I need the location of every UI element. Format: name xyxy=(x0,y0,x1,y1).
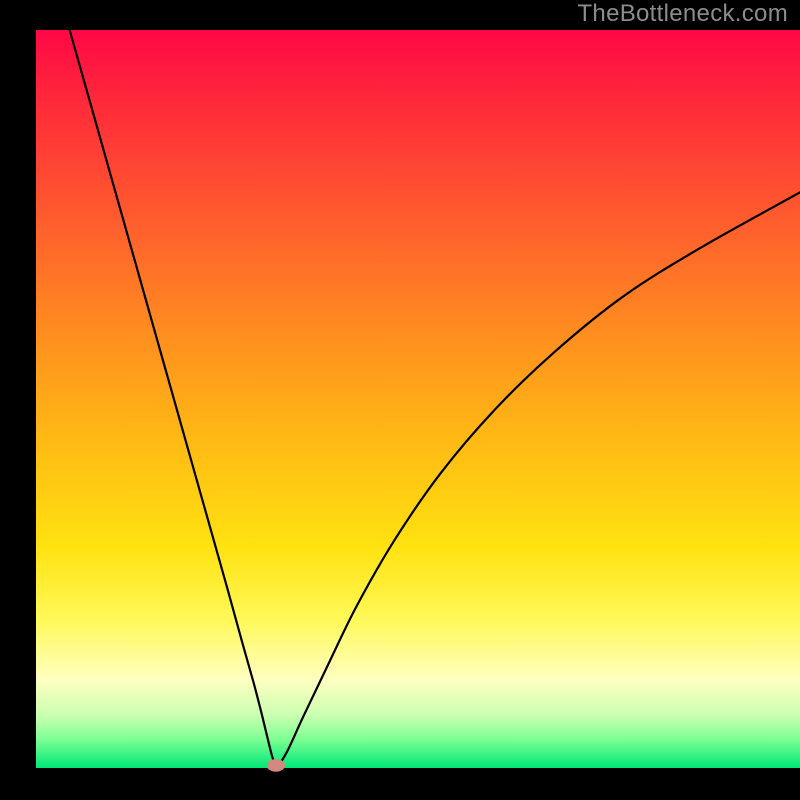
bottleneck-chart xyxy=(0,0,800,800)
plot-background xyxy=(36,30,800,768)
minimum-marker xyxy=(267,759,285,772)
watermark-text: TheBottleneck.com xyxy=(577,0,788,28)
chart-container: TheBottleneck.com xyxy=(0,0,800,800)
